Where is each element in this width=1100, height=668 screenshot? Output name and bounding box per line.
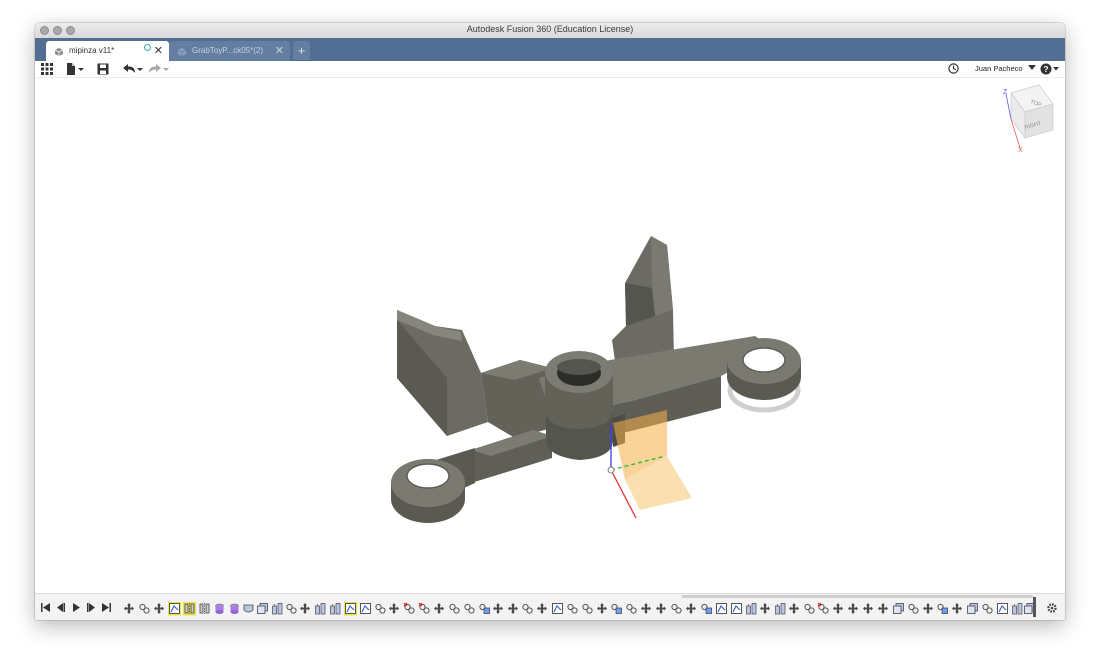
- redo-icon[interactable]: [148, 62, 170, 76]
- new-tab-button[interactable]: +: [293, 41, 310, 60]
- tab-label: mipinza v11*: [69, 46, 115, 55]
- document-tab-bar: mipinza v11* ✕ GrabToyP...ck05*(2) ✕ +: [35, 38, 1065, 61]
- timeline-marker[interactable]: [1033, 597, 1036, 617]
- user-menu[interactable]: Juan Pacheco: [975, 63, 1036, 75]
- timeline: [35, 593, 1065, 620]
- viewcube-axis-x: X: [1018, 147, 1023, 154]
- user-name: Juan Pacheco: [975, 64, 1023, 73]
- model-view[interactable]: TOP RIGHT Z X: [35, 78, 1065, 593]
- grid-icon[interactable]: [41, 62, 53, 76]
- view-cube[interactable]: TOP RIGHT Z X: [1003, 84, 1054, 154]
- tab-mipinza[interactable]: mipinza v11* ✕: [46, 41, 169, 61]
- file-icon: [67, 63, 84, 75]
- cloud-sync-icon: [144, 44, 151, 51]
- chevron-down-icon: [1027, 65, 1036, 70]
- file-menu-button[interactable]: [66, 62, 86, 76]
- component-icon: [177, 47, 187, 59]
- window-title: Autodesk Fusion 360 (Education License): [466, 24, 634, 34]
- step-forward-icon[interactable]: [87, 603, 96, 614]
- clock-icon[interactable]: [948, 62, 959, 76]
- app-window: Autodesk Fusion 360 (Education License) …: [35, 23, 1065, 620]
- title-bar: Autodesk Fusion 360 (Education License): [35, 23, 1065, 39]
- timeline-features[interactable]: [124, 602, 1036, 616]
- close-tab-icon[interactable]: ✕: [275, 44, 284, 57]
- tab-label: GrabToyP...ck05*(2): [192, 46, 263, 55]
- skip-to-end-icon[interactable]: [102, 603, 111, 614]
- component-icon: [54, 47, 64, 59]
- tab-grabtoy[interactable]: GrabToyP...ck05*(2) ✕: [169, 41, 290, 61]
- close-tab-icon[interactable]: ✕: [154, 44, 163, 57]
- skip-to-start-icon[interactable]: [41, 603, 50, 614]
- sketch-plane[interactable]: [613, 410, 692, 510]
- quick-access-toolbar: Juan Pacheco ?: [35, 61, 1065, 78]
- undo-icon[interactable]: [122, 62, 144, 76]
- save-icon[interactable]: [97, 62, 109, 76]
- timeline-scrollbar[interactable]: [682, 595, 1033, 598]
- 3d-canvas[interactable]: TOP RIGHT Z X: [35, 78, 1065, 593]
- step-back-icon[interactable]: [56, 603, 65, 614]
- play-icon[interactable]: [72, 603, 81, 614]
- viewcube-axis-z: Z: [1003, 89, 1008, 96]
- svg-text:?: ?: [1043, 64, 1048, 74]
- gripper-model[interactable]: [391, 236, 801, 523]
- gear-icon[interactable]: [1046, 602, 1058, 617]
- help-icon[interactable]: ?: [1040, 62, 1060, 76]
